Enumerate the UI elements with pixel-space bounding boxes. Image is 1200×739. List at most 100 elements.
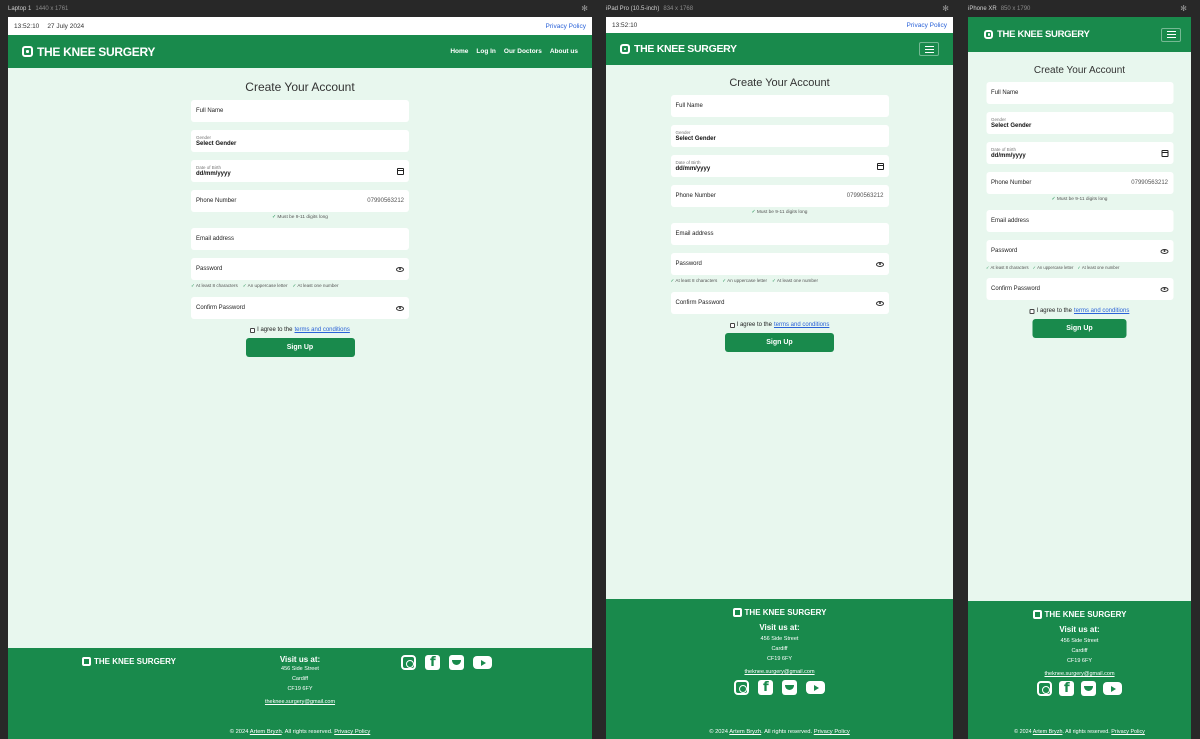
youtube-icon[interactable] <box>1103 682 1122 695</box>
facebook-icon[interactable] <box>425 655 440 670</box>
check-icon: ✓ <box>292 283 297 288</box>
footer-privacy-link[interactable]: Privacy Policy <box>334 729 370 735</box>
terms-checkbox[interactable] <box>1029 308 1035 314</box>
full-name-field[interactable]: Full Name <box>986 82 1173 104</box>
password-field[interactable]: Password <box>191 258 409 280</box>
phone-hint: ✓ Must be 9-11 digits long <box>751 210 808 215</box>
facebook-icon[interactable] <box>1059 681 1074 696</box>
phone-hint: ✓ Must be 9-11 digits long <box>272 215 328 220</box>
eye-icon[interactable] <box>1160 248 1168 254</box>
address: 456 Side Street Cardiff CF19 6FY <box>1060 638 1099 664</box>
visit-heading: Visit us at: <box>759 623 800 632</box>
brand-logo[interactable]: THE KNEE SURGERY <box>984 29 1090 40</box>
full-name-field[interactable]: Full Name <box>191 100 409 122</box>
footer-email[interactable]: theknee.surgery@gmail.com <box>968 671 1191 677</box>
signup-button[interactable]: Sign Up <box>1032 319 1127 338</box>
gender-select[interactable]: Gender Select Gender <box>670 125 889 147</box>
terms-agreement: I agree to the terms and conditions <box>986 308 1173 314</box>
footer-privacy-link[interactable]: Privacy Policy <box>814 729 850 735</box>
author-link[interactable]: Artem Bryzh <box>729 729 761 735</box>
calendar-icon[interactable] <box>876 162 884 170</box>
eye-icon[interactable] <box>396 266 404 272</box>
brand-logo[interactable]: THE KNEE SURGERY <box>620 43 737 55</box>
footer: THE KNEE SURGERY Visit us at: 456 Side S… <box>606 599 953 739</box>
knee-logo-icon <box>984 30 993 39</box>
author-link[interactable]: Artem Bryzh <box>250 729 282 735</box>
terms-link[interactable]: terms and conditions <box>294 327 349 333</box>
phone-field[interactable]: Phone Number 07990563212 <box>191 190 409 212</box>
twitter-icon[interactable] <box>449 655 464 670</box>
instagram-icon[interactable] <box>734 680 749 695</box>
signup-button[interactable]: Sign Up <box>725 333 834 352</box>
brand-logo[interactable]: THE KNEE SURGERY <box>22 45 155 59</box>
frame-header: Laptop 1 1440 x 1761 ✻ <box>8 0 592 17</box>
nav-login[interactable]: Log In <box>476 48 496 55</box>
check-icon: ✓ <box>1077 265 1081 270</box>
terms-link[interactable]: terms and conditions <box>1074 308 1129 314</box>
eye-icon[interactable] <box>875 300 884 306</box>
phone-value: 07990563212 <box>367 198 404 204</box>
top-info-bar: 13:52:10 27 July 2024 Privacy Policy <box>8 17 592 35</box>
social-links <box>968 681 1191 696</box>
address: 456 Side Street Cardiff CF19 6FY <box>760 636 799 662</box>
phone-field[interactable]: Phone Number 07990563212 <box>986 172 1173 194</box>
privacy-link[interactable]: Privacy Policy <box>546 23 586 30</box>
terms-agreement: I agree to the terms and conditions <box>191 327 409 333</box>
email-field[interactable]: Email address <box>191 228 409 250</box>
clock: 13:52:10 <box>612 21 638 29</box>
footer-email[interactable]: theknee.surgery@gmail.com <box>606 669 953 675</box>
confirm-password-field[interactable]: Confirm Password <box>986 278 1173 300</box>
password-field[interactable]: Password <box>670 253 889 275</box>
twitter-icon[interactable] <box>1081 681 1096 696</box>
dob-field[interactable]: Date of Birth dd/mm/yyyy <box>670 155 889 177</box>
calendar-icon[interactable] <box>1161 149 1168 157</box>
password-rules: ✓ At least 8 characters ✓ An uppercase le… <box>986 265 1120 270</box>
twitter-icon[interactable] <box>782 680 797 695</box>
dob-field[interactable]: Date of Birth dd/mm/yyyy <box>191 160 409 182</box>
gear-icon[interactable]: ✻ <box>942 4 949 13</box>
phone-field[interactable]: Phone Number 07990563212 <box>670 185 889 207</box>
visit-heading: Visit us at: <box>1059 625 1100 634</box>
gender-select[interactable]: Gender Select Gender <box>191 130 409 152</box>
footer: THE KNEE SURGERY Visit us at: 456 Side S… <box>8 648 592 739</box>
nav-doctors[interactable]: Our Doctors <box>504 48 542 55</box>
full-name-field[interactable]: Full Name <box>670 95 889 117</box>
author-link[interactable]: Artem Bryzh <box>1033 729 1063 735</box>
confirm-password-field[interactable]: Confirm Password <box>670 292 889 314</box>
privacy-link[interactable]: Privacy Policy <box>907 22 947 29</box>
youtube-icon[interactable] <box>806 681 825 694</box>
gender-select[interactable]: Gender Select Gender <box>986 112 1173 134</box>
footer: THE KNEE SURGERY Visit us at: 456 Side S… <box>968 601 1191 739</box>
footer-email[interactable]: theknee.surgery@gmail.com <box>235 699 365 705</box>
signup-button[interactable]: Sign Up <box>245 338 355 357</box>
footer-privacy-link[interactable]: Privacy Policy <box>1111 729 1145 735</box>
eye-icon[interactable] <box>1160 286 1168 292</box>
confirm-password-field[interactable]: Confirm Password <box>191 297 409 319</box>
calendar-icon[interactable] <box>397 167 404 175</box>
menu-icon[interactable] <box>1161 27 1181 42</box>
nav-about[interactable]: About us <box>550 48 578 55</box>
gear-icon[interactable]: ✻ <box>581 4 588 13</box>
gear-icon[interactable]: ✻ <box>1180 4 1187 13</box>
facebook-icon[interactable] <box>758 680 773 695</box>
signup-form: Create Your Account Full Name Gender Sele… <box>191 80 409 357</box>
footer-brand: THE KNEE SURGERY <box>968 610 1191 619</box>
menu-icon[interactable] <box>919 42 939 56</box>
email-field[interactable]: Email address <box>986 210 1173 232</box>
instagram-icon[interactable] <box>1037 681 1052 696</box>
nav-home[interactable]: Home <box>450 48 468 55</box>
password-field[interactable]: Password <box>986 240 1173 262</box>
copyright: © 2024 Artem Bryzh. All rights reserved.… <box>1014 729 1145 735</box>
eye-icon[interactable] <box>875 261 884 267</box>
footer-brand: THE KNEE SURGERY <box>82 657 176 666</box>
check-icon: ✓ <box>242 283 247 288</box>
eye-icon[interactable] <box>396 305 404 311</box>
terms-checkbox[interactable] <box>729 322 735 328</box>
terms-checkbox[interactable] <box>250 327 256 333</box>
youtube-icon[interactable] <box>473 656 492 669</box>
email-field[interactable]: Email address <box>670 223 889 245</box>
terms-link[interactable]: terms and conditions <box>774 322 829 328</box>
dob-field[interactable]: Date of Birth dd/mm/yyyy <box>986 142 1173 164</box>
instagram-icon[interactable] <box>401 655 416 670</box>
check-icon: ✓ <box>1032 265 1037 270</box>
